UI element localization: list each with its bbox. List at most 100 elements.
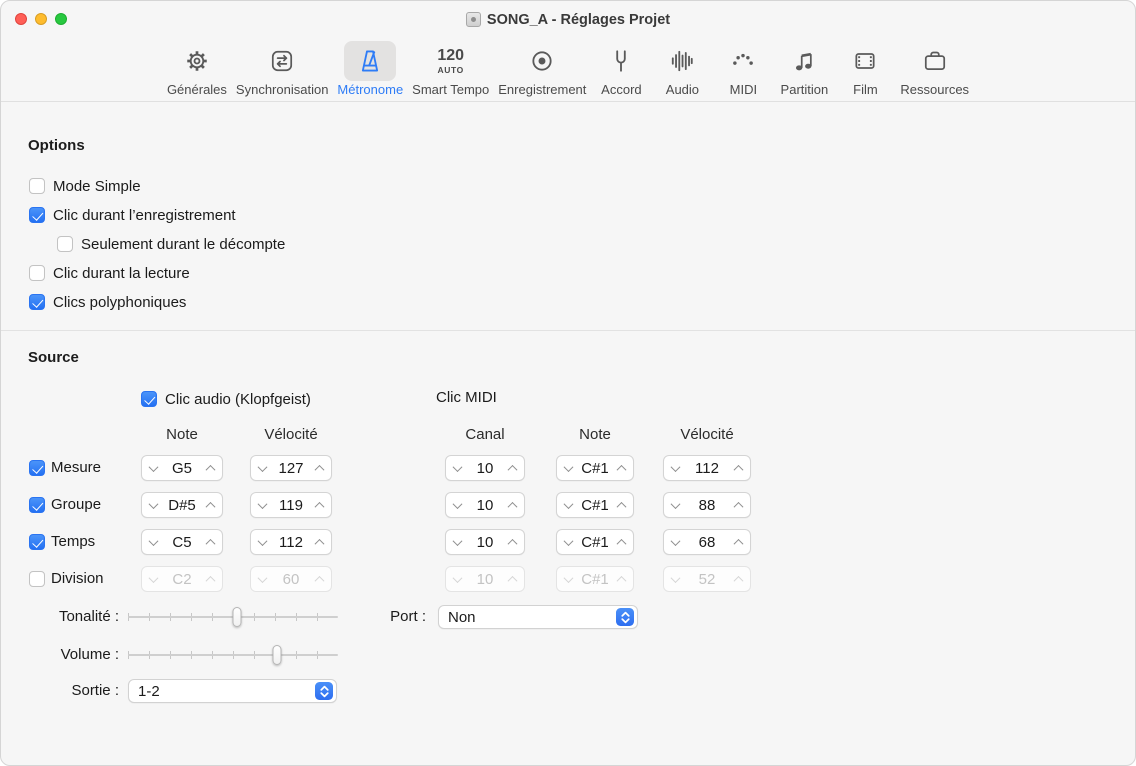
click-during-playback-row[interactable]: Clic durant la lecture bbox=[29, 263, 190, 283]
popup-value: Non bbox=[448, 608, 476, 626]
volume-slider-thumb[interactable] bbox=[272, 645, 282, 665]
mesure-midi-channel-stepper[interactable]: 10 bbox=[445, 455, 525, 481]
tab-midi[interactable]: MIDI bbox=[717, 41, 769, 97]
options-heading: Options bbox=[28, 137, 85, 154]
groupe-audio-note-stepper[interactable]: D#5 bbox=[141, 492, 223, 518]
mesure-audio-note-stepper[interactable]: G5 bbox=[141, 455, 223, 481]
tonality-slider-thumb[interactable] bbox=[232, 607, 242, 627]
groupe-audio-velocity-stepper[interactable]: 119 bbox=[250, 492, 332, 518]
stepper-up-icon[interactable] bbox=[205, 538, 216, 549]
zoom-button[interactable] bbox=[55, 13, 67, 25]
stepper-up-icon[interactable] bbox=[616, 538, 627, 549]
mode-simple-row[interactable]: Mode Simple bbox=[29, 176, 141, 196]
record-icon bbox=[532, 51, 552, 71]
only-during-countin-checkbox[interactable] bbox=[57, 236, 73, 252]
midi-note-header: Note bbox=[579, 426, 611, 443]
stepper-up-icon[interactable] bbox=[733, 501, 744, 512]
groupe-midi-note-stepper[interactable]: C#1 bbox=[556, 492, 634, 518]
stepper-up-icon[interactable] bbox=[314, 464, 325, 475]
mesure-midi-note-stepper[interactable]: C#1 bbox=[556, 455, 634, 481]
stepper-up-icon[interactable] bbox=[733, 464, 744, 475]
stepper-value: 10 bbox=[476, 533, 494, 551]
stepper-value: C#1 bbox=[581, 459, 609, 477]
popup-chevrons-icon bbox=[616, 608, 634, 626]
stepper-value: C#1 bbox=[581, 496, 609, 514]
groupe-midi-channel-stepper[interactable]: 10 bbox=[445, 492, 525, 518]
stepper-up-icon[interactable] bbox=[616, 501, 627, 512]
port-popup[interactable]: Non bbox=[438, 605, 638, 629]
tab-partition[interactable]: Partition bbox=[778, 41, 830, 97]
temps-row: Temps C5 112 10 C#1 68 bbox=[1, 529, 1135, 555]
midi-velocity-header: Vélocité bbox=[680, 426, 734, 443]
tonality-slider[interactable] bbox=[128, 606, 338, 628]
tab-audio[interactable]: Audio bbox=[656, 41, 708, 97]
tab-label: Ressources bbox=[900, 82, 970, 97]
tab-metronome[interactable]: Métronome bbox=[337, 41, 403, 97]
tab-enregistrement[interactable]: Enregistrement bbox=[498, 41, 586, 97]
tab-synchronisation[interactable]: Synchronisation bbox=[236, 41, 328, 97]
tab-label: Métronome bbox=[337, 82, 404, 97]
temps-midi-velocity-stepper[interactable]: 68 bbox=[663, 529, 751, 555]
mesure-row: Mesure G5 127 10 C#1 112 bbox=[1, 455, 1135, 481]
groupe-midi-velocity-stepper[interactable]: 88 bbox=[663, 492, 751, 518]
stepper-up-icon[interactable] bbox=[205, 464, 216, 475]
audio-velocity-header: Vélocité bbox=[264, 426, 318, 443]
audio-click-checkbox[interactable] bbox=[141, 391, 157, 407]
output-label: Sortie : bbox=[71, 682, 119, 699]
source-heading: Source bbox=[28, 349, 79, 366]
gear-icon bbox=[187, 51, 207, 71]
stepper-up-icon[interactable] bbox=[616, 464, 627, 475]
stepper-up-icon[interactable] bbox=[507, 538, 518, 549]
stepper-up-icon[interactable] bbox=[507, 464, 518, 475]
polyphonic-clicks-row[interactable]: Clics polyphoniques bbox=[29, 292, 186, 312]
volume-label: Volume : bbox=[60, 646, 119, 663]
stepper-up-icon bbox=[314, 575, 325, 586]
tab-smart-tempo[interactable]: 120 AUTO Smart Tempo bbox=[412, 41, 489, 97]
stepper-value: 119 bbox=[279, 496, 303, 514]
click-during-playback-checkbox[interactable] bbox=[29, 265, 45, 281]
division-audio-velocity-stepper: 60 bbox=[250, 566, 332, 592]
stepper-up-icon[interactable] bbox=[733, 538, 744, 549]
audio-note-header: Note bbox=[166, 426, 198, 443]
stepper-up-icon[interactable] bbox=[507, 501, 518, 512]
temps-checkbox[interactable] bbox=[29, 534, 45, 550]
stepper-up-icon[interactable] bbox=[314, 538, 325, 549]
tab-ressources[interactable]: Ressources bbox=[900, 41, 969, 97]
mesure-checkbox[interactable] bbox=[29, 460, 45, 476]
output-popup[interactable]: 1-2 bbox=[128, 679, 337, 703]
mode-simple-checkbox[interactable] bbox=[29, 178, 45, 194]
division-checkbox[interactable] bbox=[29, 571, 45, 587]
mesure-audio-velocity-stepper[interactable]: 127 bbox=[250, 455, 332, 481]
division-midi-note-stepper: C#1 bbox=[556, 566, 634, 592]
popup-value: 1-2 bbox=[138, 682, 160, 700]
click-during-recording-row[interactable]: Clic durant l’enregistrement bbox=[29, 205, 236, 225]
row-label: Division bbox=[51, 570, 104, 587]
temps-midi-note-stepper[interactable]: C#1 bbox=[556, 529, 634, 555]
groupe-checkbox[interactable] bbox=[29, 497, 45, 513]
temps-midi-channel-stepper[interactable]: 10 bbox=[445, 529, 525, 555]
stepper-up-icon[interactable] bbox=[205, 501, 216, 512]
tab-label: Enregistrement bbox=[498, 82, 587, 97]
polyphonic-clicks-checkbox[interactable] bbox=[29, 294, 45, 310]
midi-channel-header: Canal bbox=[465, 426, 505, 443]
port-label: Port : bbox=[390, 608, 426, 625]
audio-click-row[interactable]: Clic audio (Klopfgeist) bbox=[141, 389, 311, 409]
click-during-recording-checkbox[interactable] bbox=[29, 207, 45, 223]
tab-label: Partition bbox=[780, 82, 829, 97]
minimize-button[interactable] bbox=[35, 13, 47, 25]
stepper-value: G5 bbox=[171, 459, 192, 477]
stepper-value: 10 bbox=[476, 459, 494, 477]
tab-accord[interactable]: Accord bbox=[595, 41, 647, 97]
waveform-icon bbox=[672, 50, 694, 72]
close-button[interactable] bbox=[15, 13, 27, 25]
temps-audio-note-stepper[interactable]: C5 bbox=[141, 529, 223, 555]
smart-tempo-icon: 120 AUTO bbox=[437, 47, 464, 75]
tab-film[interactable]: Film bbox=[839, 41, 891, 97]
mesure-midi-velocity-stepper[interactable]: 112 bbox=[663, 455, 751, 481]
stepper-up-icon[interactable] bbox=[314, 501, 325, 512]
volume-slider[interactable] bbox=[128, 644, 338, 666]
temps-audio-velocity-stepper[interactable]: 112 bbox=[250, 529, 332, 555]
only-during-countin-row[interactable]: Seulement durant le décompte bbox=[57, 234, 285, 254]
tab-generales[interactable]: Générales bbox=[167, 41, 227, 97]
tempo-mode: AUTO bbox=[437, 64, 464, 75]
